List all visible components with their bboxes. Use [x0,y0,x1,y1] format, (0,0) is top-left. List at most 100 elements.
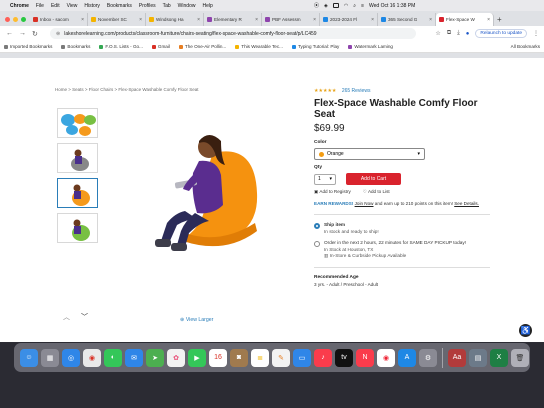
bookmark-item[interactable]: Watermark Laming [348,44,393,49]
chrome-icon[interactable]: ◉ [83,348,101,367]
screen-record-icon[interactable]: ⦿ [314,2,319,9]
back-icon[interactable]: ← [6,30,13,37]
menu-help[interactable]: Help [202,3,212,9]
apple-tv-icon[interactable]: tv [335,348,353,367]
news-icon[interactable]: N [356,348,374,367]
close-tab-icon[interactable]: × [427,17,432,23]
view-larger-link[interactable]: ⊕ View Larger [180,317,213,323]
system-settings-icon[interactable]: ⚙ [419,348,437,367]
control-center-icon[interactable]: ≡ [361,3,364,9]
address-bar[interactable]: ⊜ lakeshorelearning.com/products/classro… [50,28,416,39]
messages-icon[interactable]: ◐ [104,348,122,367]
menu-view[interactable]: View [67,3,78,9]
close-tab-icon[interactable]: × [485,17,490,23]
add-to-cart-button[interactable]: Add to Cart [346,173,401,185]
close-tab-icon[interactable]: × [79,17,84,23]
reload-icon[interactable]: ↻ [32,30,38,38]
accessibility-icon[interactable]: ♿ [519,324,532,337]
bookmark-item[interactable]: Gmail [151,44,170,49]
chevron-down-icon[interactable]: ﹀ [81,314,88,321]
podcasts-icon[interactable]: ◉ [377,348,395,367]
relaunch-button[interactable]: Relaunch to update [475,29,527,38]
pickup-radio[interactable] [314,240,320,247]
chevron-up-icon[interactable]: ︿ [63,314,70,321]
tab-6[interactable]: 2023-2024 Fl × [320,13,378,26]
dropbox-icon[interactable]: ◈ [324,3,328,9]
ship-option[interactable]: Ship item In stock and ready to ship! [314,222,490,235]
launchpad-icon[interactable]: ▦ [41,348,59,367]
extensions-icon[interactable]: ⧉ [447,30,451,37]
site-info-icon[interactable]: ⊜ [56,31,60,37]
bookmark-star-icon[interactable]: ☆ [435,30,440,37]
add-to-list-link[interactable]: ♡ Add to List [363,189,390,195]
bookmark-item[interactable]: Imported Bookmarks [4,44,52,49]
preview-icon[interactable]: ▤ [469,348,487,367]
music-icon[interactable]: ♪ [314,348,332,367]
tab-4[interactable]: Elementary R × [204,13,262,26]
clock[interactable]: Wed Oct 16 1:38 PM [369,3,415,9]
ship-radio[interactable] [314,222,320,229]
dictionary-icon[interactable]: Aa [448,348,466,367]
photos-icon[interactable]: ✿ [167,348,185,367]
freeform-icon[interactable]: ✎ [272,348,290,367]
tab-2[interactable]: November SC × [88,13,146,26]
bookmark-item[interactable]: F.O.S. Lists - Go... [99,44,143,49]
new-tab-icon[interactable]: + [497,13,502,26]
tab-3[interactable]: Windsong Ha × [146,13,204,26]
forward-icon[interactable]: → [19,30,26,37]
search-icon[interactable]: ⌕ [353,3,356,9]
product-main-image[interactable] [125,113,265,253]
all-bookmarks[interactable]: All Bookmarks [511,44,540,49]
see-details-link[interactable]: See Details. [454,201,479,206]
tab-8[interactable]: Flex-Space W × [436,13,494,26]
notes-icon[interactable]: ≣ [251,348,269,367]
calendar-icon[interactable]: 16 [209,348,227,367]
color-select[interactable]: Orange ▾ [314,148,425,160]
menu-tab[interactable]: Tab [163,3,171,9]
zoom-window-icon[interactable] [21,17,26,22]
bookmark-item[interactable]: This Wearable Tec... [235,44,283,49]
bookmark-item[interactable]: Typing Tutorial: Play [291,44,339,49]
bookmark-item[interactable]: The One-Air Pollin... [178,44,226,49]
tab-1[interactable]: Inbox - sacom × [30,13,88,26]
mail-icon[interactable]: ✉ [125,348,143,367]
menu-profiles[interactable]: Profiles [139,3,156,9]
close-tab-icon[interactable]: × [369,17,374,23]
thumbnail-1[interactable] [57,108,98,138]
trash-icon[interactable]: 🗑 [511,348,529,367]
join-now-link[interactable]: Join Now [355,201,374,206]
battery-icon[interactable] [332,3,339,8]
bookmark-item[interactable]: Bookmarks [61,44,90,49]
pickup-option[interactable]: Order in the next 2 hours, 22 minutes fo… [314,240,490,260]
menu-edit[interactable]: Edit [51,3,60,9]
wifi-icon[interactable]: ◠ [344,3,348,9]
minimize-window-icon[interactable] [13,17,18,22]
thumbnail-2[interactable] [57,143,98,173]
maps-icon[interactable]: ➤ [146,348,164,367]
download-icon[interactable]: ⤓ [457,30,460,37]
tab-7[interactable]: 365 Second G × [378,13,436,26]
excel-icon[interactable]: X [490,348,508,367]
close-window-icon[interactable] [5,17,10,22]
finder-icon[interactable]: ☺ [20,348,38,367]
close-tab-icon[interactable]: × [253,17,258,23]
breadcrumb[interactable]: Home > Seats > Floor Chairs > Flex-Space… [55,87,199,92]
add-to-registry-link[interactable]: ▣ Add to Registry [314,189,351,195]
close-tab-icon[interactable]: × [137,17,142,23]
menu-history[interactable]: History [84,3,100,9]
menu-bookmarks[interactable]: Bookmarks [107,3,132,9]
facetime-icon[interactable]: ▶ [188,348,206,367]
more-menu-icon[interactable]: ⋮ [533,30,539,37]
menu-file[interactable]: File [36,3,44,9]
thumbnail-4[interactable] [57,213,98,243]
app-store-icon[interactable]: A [398,348,416,367]
close-tab-icon[interactable]: × [311,17,316,23]
menu-chrome[interactable]: Chrome [10,3,29,9]
contacts-icon[interactable]: ◙ [230,348,248,367]
close-tab-icon[interactable]: × [195,17,200,23]
tab-5[interactable]: PBF Assessm × [262,13,320,26]
reviews-link[interactable]: 265 Reviews [342,88,371,94]
thumbnail-3-selected[interactable] [57,178,98,208]
safari-icon[interactable]: ◎ [62,348,80,367]
tv-mirror-icon[interactable]: ▭ [293,348,311,367]
